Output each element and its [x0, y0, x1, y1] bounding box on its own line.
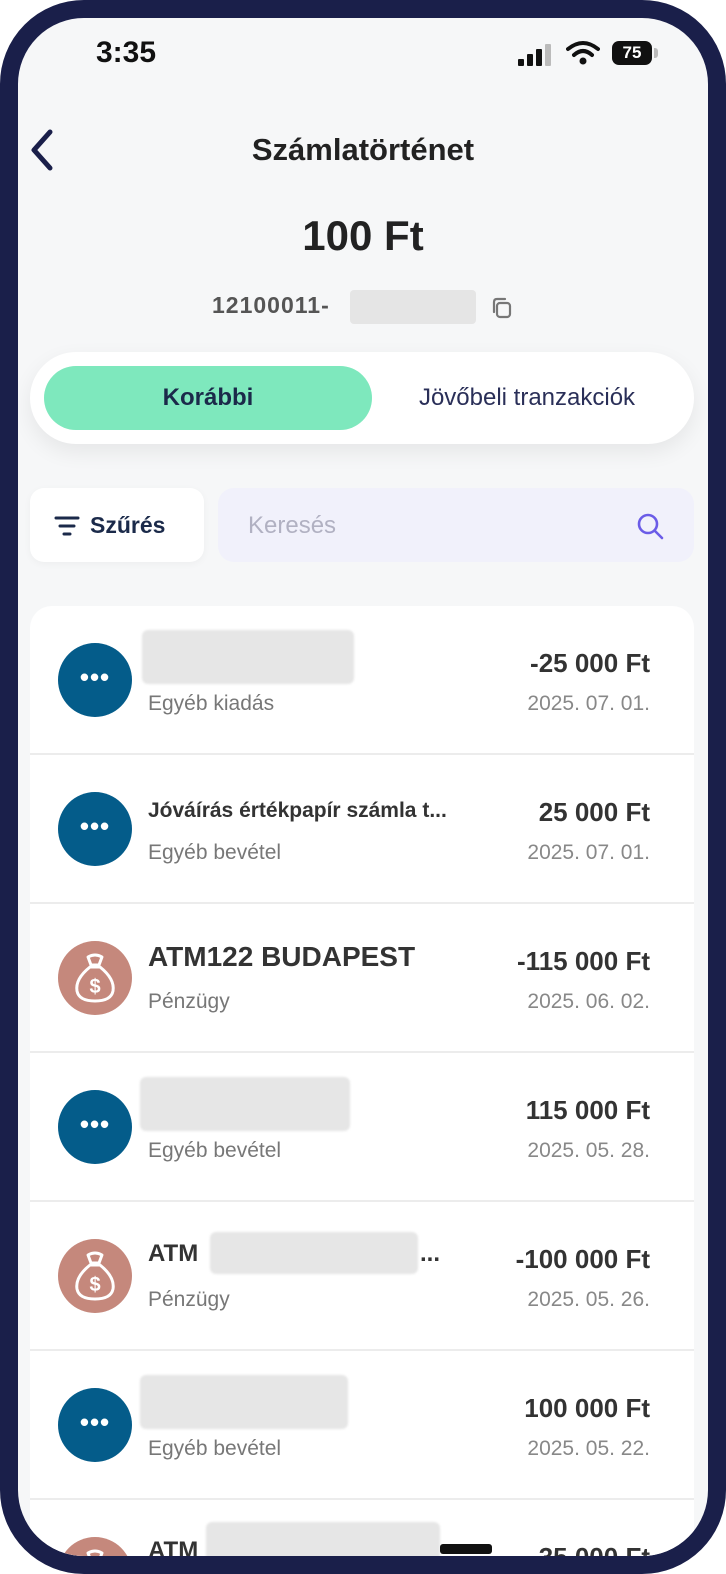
transaction-date: 2025. 05. 28.: [527, 1139, 650, 1162]
filter-label: Szűrés: [90, 512, 166, 538]
transaction-amount: 115 000 Ft: [525, 1095, 650, 1125]
transaction-name-ellipsis: ...: [420, 1240, 441, 1267]
account-balance: 100 Ft: [302, 212, 424, 259]
phone-frame: 3:35 75 Számlatörténet 100 Ft 12100011- …: [0, 0, 726, 1574]
transaction-category: Egyéb kiadás: [148, 692, 275, 715]
money-bag-icon: $: [75, 1251, 115, 1301]
transaction-date: 2025. 06. 02.: [527, 990, 650, 1013]
transaction-name: ATM: [148, 1240, 199, 1267]
transaction-row[interactable]: $ ATM ... Pénzügy -100 000 Ft 2025. 05. …: [30, 1202, 694, 1351]
more-icon: •••: [79, 1109, 111, 1139]
filter-icon: [54, 516, 80, 536]
transaction-row[interactable]: ••• Egyéb kiadás -25 000 Ft 2025. 07. 01…: [30, 606, 694, 755]
name-redacted: [140, 1375, 348, 1429]
page-title: Számlatörténet: [251, 132, 475, 167]
wifi-icon: [566, 41, 600, 65]
transaction-category: Egyéb bevétel: [148, 841, 282, 864]
transaction-amount: -35 000 Ft: [530, 1542, 650, 1572]
transaction-category: Pénzügy: [148, 1288, 230, 1311]
transaction-name: ATM: [148, 1537, 199, 1564]
transaction-amount: -100 000 Ft: [515, 1244, 650, 1274]
transaction-name: Jóváírás értékpapír számla t...: [148, 799, 447, 822]
name-redacted: [206, 1522, 440, 1556]
transaction-amount: -25 000 Ft: [530, 648, 650, 678]
money-bag-icon: $: [75, 953, 115, 1003]
history-tabs: Korábbi Jövőbeli tranzakciók: [30, 352, 694, 444]
category-avatar: •••: [58, 643, 132, 717]
transaction-row[interactable]: ••• Jóváírás értékpapír számla t... Egyé…: [30, 755, 694, 904]
name-redacted: [142, 630, 354, 684]
svg-text:$: $: [89, 1274, 100, 1296]
category-avatar: •••: [58, 1090, 132, 1164]
transaction-category: Pénzügy: [148, 990, 230, 1013]
svg-text:$: $: [89, 976, 100, 998]
transaction-row[interactable]: $ ATM122 BUDAPEST Pénzügy -115 000 Ft 20…: [30, 904, 694, 1053]
name-redacted: [210, 1232, 418, 1274]
money-bag-icon: $: [86, 1549, 104, 1556]
transaction-list: ••• Egyéb kiadás -25 000 Ft 2025. 07. 01…: [30, 606, 694, 1572]
transaction-date: 2025. 07. 01.: [527, 841, 650, 864]
search-icon[interactable]: [636, 512, 664, 540]
transaction-amount: -115 000 Ft: [517, 946, 650, 976]
tab-past[interactable]: Korábbi: [44, 366, 372, 430]
more-icon: •••: [79, 811, 111, 841]
transaction-row[interactable]: ••• Egyéb bevétel 115 000 Ft 2025. 05. 2…: [30, 1053, 694, 1202]
category-avatar: •••: [58, 1388, 132, 1462]
transaction-row[interactable]: $ ATM -35 000 Ft: [30, 1500, 694, 1572]
category-avatar: •••: [58, 792, 132, 866]
transaction-date: 2025. 07. 01.: [527, 692, 650, 715]
more-icon: •••: [79, 662, 111, 692]
status-time: 3:35: [96, 36, 157, 69]
transaction-amount: 25 000 Ft: [538, 797, 650, 827]
transaction-amount: 100 000 Ft: [524, 1393, 650, 1423]
transaction-date: 2025. 05. 22.: [527, 1437, 650, 1460]
home-indicator: [440, 1544, 492, 1554]
tab-future-transactions[interactable]: Jövőbeli tranzakciók: [374, 366, 680, 430]
search-input[interactable]: [246, 506, 630, 546]
account-number: 12100011-: [212, 292, 330, 318]
name-redacted: [140, 1077, 350, 1131]
transaction-row[interactable]: ••• Egyéb bevétel 100 000 Ft 2025. 05. 2…: [30, 1351, 694, 1500]
transaction-category: Egyéb bevétel: [148, 1437, 282, 1460]
transaction-category: Egyéb bevétel: [148, 1139, 282, 1162]
transaction-name: ATM122 BUDAPEST: [148, 941, 416, 972]
search-bar: [218, 488, 694, 562]
copy-icon[interactable]: [490, 296, 514, 320]
battery-indicator: 75: [612, 41, 652, 65]
signal-icon: [518, 44, 554, 66]
transaction-date: 2025. 05. 26.: [527, 1288, 650, 1311]
screen: 3:35 75 Számlatörténet 100 Ft 12100011- …: [18, 18, 708, 1572]
category-avatar: $: [58, 941, 132, 1015]
more-icon: •••: [79, 1407, 111, 1437]
filter-button[interactable]: Szűrés: [30, 488, 204, 562]
account-number-redacted: [350, 290, 476, 324]
category-avatar: $: [58, 1239, 132, 1313]
battery-cap: [654, 48, 658, 58]
category-avatar: $: [58, 1537, 132, 1556]
